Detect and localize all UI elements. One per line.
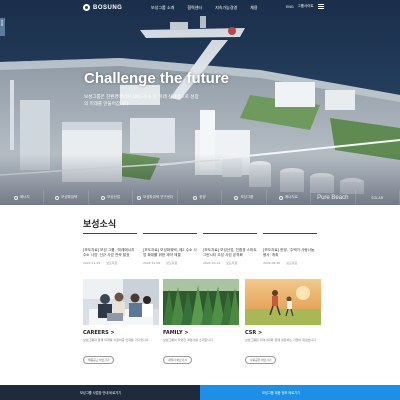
family-photo[interactable] <box>163 279 239 325</box>
affiliate-logo-icon <box>136 195 141 200</box>
quick-link-label: 한양 <box>199 195 206 199</box>
quick-link-label: Pure Beach <box>317 194 349 201</box>
quick-link-label: 보성파워텍 연구센터 <box>142 195 174 199</box>
logo-text: BOSUNG <box>93 4 123 11</box>
news-date: 2022.11.24 <box>83 261 101 265</box>
careers-button[interactable]: 채용공고 바로가기 <box>83 356 115 364</box>
group-site-link[interactable]: 그룹사이트 <box>298 4 314 9</box>
careers-card: CAREERS > 보성그룹과 함께 미래를 이끌어갈 인재를 기다립니다 채용… <box>83 279 159 365</box>
news-meta: 2022.10.14 보도자료 <box>203 261 237 265</box>
affiliate-logo-icon <box>13 195 18 200</box>
quick-link-label: 보성파워텍 <box>61 195 78 199</box>
quick-link-label: SOLAR <box>371 195 384 200</box>
csr-button[interactable]: 사회공헌 바로가기 <box>245 356 277 364</box>
news-item[interactable]: [보도자료] 한양, '주택가 사랑나눔 봉사' 개최 2022.09.30 보… <box>263 233 317 271</box>
family-desc: 보성그룹의 다양한 계열사를 소개합니다 <box>163 338 213 342</box>
csr-photo[interactable] <box>245 279 321 325</box>
recruit-banner[interactable]: 보성그룹 채용 정보 바로가기 <box>200 385 400 400</box>
careers-desc: 보성그룹과 함께 미래를 이끌어갈 인재를 기다립니다 <box>83 338 149 342</box>
side-tab-label: KOR <box>0 20 4 27</box>
quick-link[interactable]: 보성파워텍 <box>44 190 89 205</box>
news-heading: 보성소식 <box>83 220 117 230</box>
business-site-banner[interactable]: 보성그룹 사업장 안내 바로가기 <box>0 385 200 400</box>
business-site-label: 보성그룹 사업장 안내 바로가기 <box>80 391 122 395</box>
hamburger-menu-icon[interactable] <box>317 4 324 9</box>
news-date: 2022.11.08 <box>143 261 161 265</box>
quick-link[interactable]: 보성파워텍 연구센터 <box>133 190 178 205</box>
language-link[interactable]: ENG <box>286 5 294 9</box>
logo-mark-icon <box>83 4 90 11</box>
hero-subtitle: 보성그룹은 친환경에너지·LNG·수소 등 미래 신사업으로 성장의 미래를 만… <box>84 95 199 107</box>
csr-title[interactable]: CSR > <box>245 330 321 336</box>
quick-link[interactable]: 보성산업 <box>89 190 134 205</box>
affiliate-logo-icon <box>55 195 60 200</box>
quick-link-label: 에너지 <box>19 195 30 199</box>
careers-title[interactable]: CAREERS > <box>83 330 159 336</box>
news-source: 보도자료 <box>226 261 238 265</box>
quick-link-label: 에너지로 <box>284 195 298 199</box>
csr-card: CSR > 보성그룹은 지역사회와 함께 성장하는 기업이 되겠습니다 사회공헌… <box>245 279 321 365</box>
logo[interactable]: BOSUNG <box>83 4 122 11</box>
quick-link[interactable]: 에너지 <box>0 190 45 205</box>
nav-item-about[interactable]: 보성그룹 소개 <box>151 5 174 11</box>
news-meta: 2022.09.30 보도자료 <box>263 261 297 265</box>
quick-links-bar: 에너지 보성파워텍 보성산업 보성파워텍 연구센터 한양 보성그룹 에너지로 P… <box>0 190 400 205</box>
news-text: [보도자료] 한양, '주택가 사랑나눔 봉사' 개최 <box>263 248 315 258</box>
news-source: 보도자료 <box>106 261 118 265</box>
careers-photo[interactable] <box>83 279 159 325</box>
quick-link[interactable]: 한양 <box>178 190 223 205</box>
hero-section: BOSUNG 보성그룹 소개 협력센터 지속가능경영 채용 ENG 그룹사이트 … <box>0 0 400 205</box>
news-meta: 2022.11.08 보도자료 <box>143 261 177 265</box>
quick-link[interactable]: Pure Beach <box>311 190 356 205</box>
affiliate-logo-icon <box>234 195 239 200</box>
recruit-banner-label: 보성그룹 채용 정보 바로가기 <box>262 391 301 395</box>
affiliate-logo-icon <box>193 195 198 200</box>
news-meta: 2022.11.24 보도자료 <box>83 261 117 265</box>
quick-link-label: 보성산업 <box>107 195 121 199</box>
family-button[interactable]: 계열사 바로가기 <box>163 356 192 364</box>
quick-link[interactable]: 보성그룹 <box>222 190 267 205</box>
top-navigation: BOSUNG 보성그룹 소개 협력센터 지속가능경영 채용 ENG 그룹사이트 <box>0 0 400 16</box>
hero-title: Challenge the future <box>84 70 230 87</box>
family-title[interactable]: FAMILY > <box>163 330 239 336</box>
nav-item-partners[interactable]: 협력센터 <box>187 5 202 11</box>
hero-overlay <box>0 0 400 205</box>
nav-item-recruit[interactable]: 채용 <box>250 5 257 11</box>
news-text: [보도자료] 보성파워텍, 제2 수소 사업 확대를 위한 계약 체결 <box>143 248 197 258</box>
utility-menu: ENG 그룹사이트 <box>286 4 324 9</box>
news-text: [보도자료] 보성산업, 친환경 스마트 그린시티 조성 사업 본격화 <box>203 248 257 258</box>
news-date: 2022.10.14 <box>203 261 221 265</box>
news-text: [보도자료] 보성 그룹, '미래에너지 수소 사업' 신규 사업 전략 발표 <box>83 248 135 258</box>
news-item[interactable]: [보도자료] 보성산업, 친환경 스마트 그린시티 조성 사업 본격화 2022… <box>203 233 257 271</box>
quick-link[interactable]: SOLAR <box>356 190 400 205</box>
side-language-tab[interactable]: KOR <box>0 18 5 36</box>
family-card: FAMILY > 보성그룹의 다양한 계열사를 소개합니다 계열사 바로가기 <box>163 279 239 365</box>
nav-item-sustainability[interactable]: 지속가능경영 <box>215 5 237 11</box>
news-source: 보도자료 <box>166 261 178 265</box>
news-date: 2022.09.30 <box>263 261 281 265</box>
news-item[interactable]: [보도자료] 보성파워텍, 제2 수소 사업 확대를 위한 계약 체결 2022… <box>143 233 197 271</box>
news-list: [보도자료] 보성 그룹, '미래에너지 수소 사업' 신규 사업 전략 발표 … <box>83 233 317 271</box>
main-menu: 보성그룹 소개 협력센터 지속가능경영 채용 <box>151 5 258 11</box>
quick-link[interactable]: 에너지로 <box>267 190 312 205</box>
csr-desc: 보성그룹은 지역사회와 함께 성장하는 기업이 되겠습니다 <box>245 338 317 342</box>
news-source: 보도자료 <box>286 261 298 265</box>
affiliate-logo-icon <box>101 195 106 200</box>
affiliate-logo-icon <box>278 195 283 200</box>
quick-link-label: 보성그룹 <box>240 195 254 199</box>
news-item[interactable]: [보도자료] 보성 그룹, '미래에너지 수소 사업' 신규 사업 전략 발표 … <box>83 233 137 271</box>
